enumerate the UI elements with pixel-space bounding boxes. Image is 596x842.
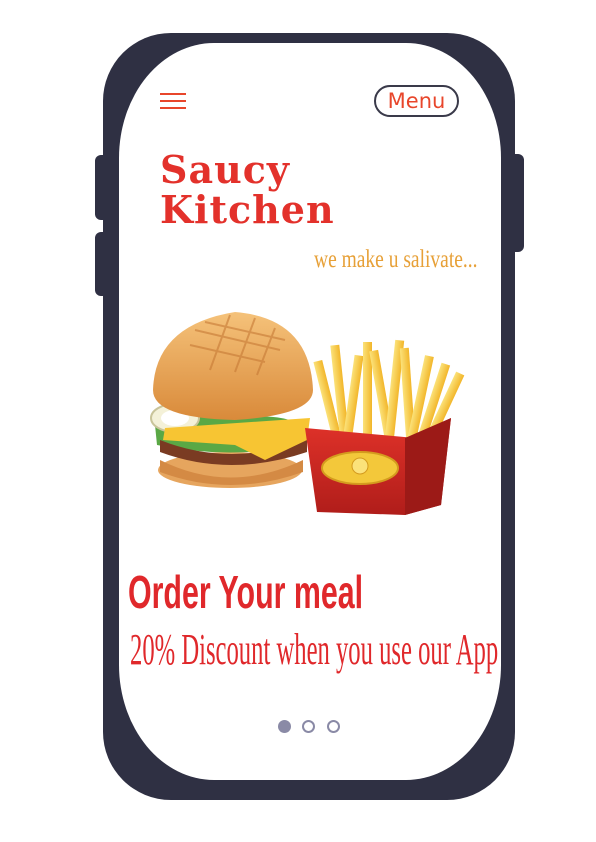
promo-headline: Order Your meal xyxy=(128,566,364,618)
carousel-dot-3[interactable] xyxy=(327,720,340,733)
burger-fries-illustration xyxy=(150,312,465,515)
carousel-dot-1[interactable] xyxy=(278,720,291,733)
brand-line-2: Kitchen xyxy=(160,187,335,232)
tagline: we make u salivate... xyxy=(314,246,478,273)
brand-logo: Saucy Kitchen xyxy=(160,150,335,230)
carousel-indicator xyxy=(278,720,348,736)
brand-line-1: Saucy xyxy=(160,147,290,192)
carousel-dot-2[interactable] xyxy=(302,720,315,733)
hamburger-icon[interactable] xyxy=(160,91,186,111)
fries-icon xyxy=(305,339,465,515)
promo-discount: 20% Discount when you use our App xyxy=(130,625,499,674)
menu-button[interactable]: Menu xyxy=(374,85,459,117)
burger-icon xyxy=(150,312,313,488)
